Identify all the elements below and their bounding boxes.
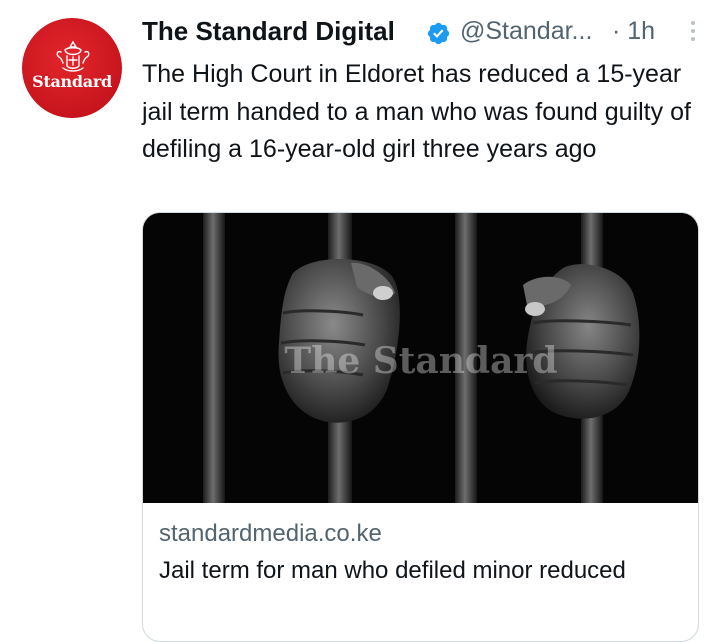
card-image[interactable]: The Standard xyxy=(143,213,698,503)
verified-badge-icon xyxy=(427,22,450,45)
card-domain[interactable]: standardmedia.co.ke xyxy=(159,518,686,550)
crest-icon xyxy=(56,40,90,72)
avatar-wordmark: Standard xyxy=(32,72,112,91)
link-card[interactable]: The Standard standardmedia.co.ke Jail te… xyxy=(142,212,699,642)
avatar[interactable]: Standard xyxy=(22,18,122,118)
display-name[interactable]: The Standard Digital xyxy=(142,16,395,47)
card-title[interactable]: Jail term for man who defiled minor redu… xyxy=(159,552,686,590)
tweet-text: The High Court in Eldoret has reduced a … xyxy=(142,60,691,163)
user-handle[interactable]: @Standar... xyxy=(460,17,592,46)
timestamp[interactable]: · 1h xyxy=(612,17,655,46)
image-watermark: The Standard xyxy=(284,340,557,382)
more-options-icon[interactable] xyxy=(686,18,700,46)
card-meta: standardmedia.co.ke Jail term for man wh… xyxy=(159,518,686,590)
tweet-header: The Standard Digital @Standar... · 1h xyxy=(142,14,700,54)
